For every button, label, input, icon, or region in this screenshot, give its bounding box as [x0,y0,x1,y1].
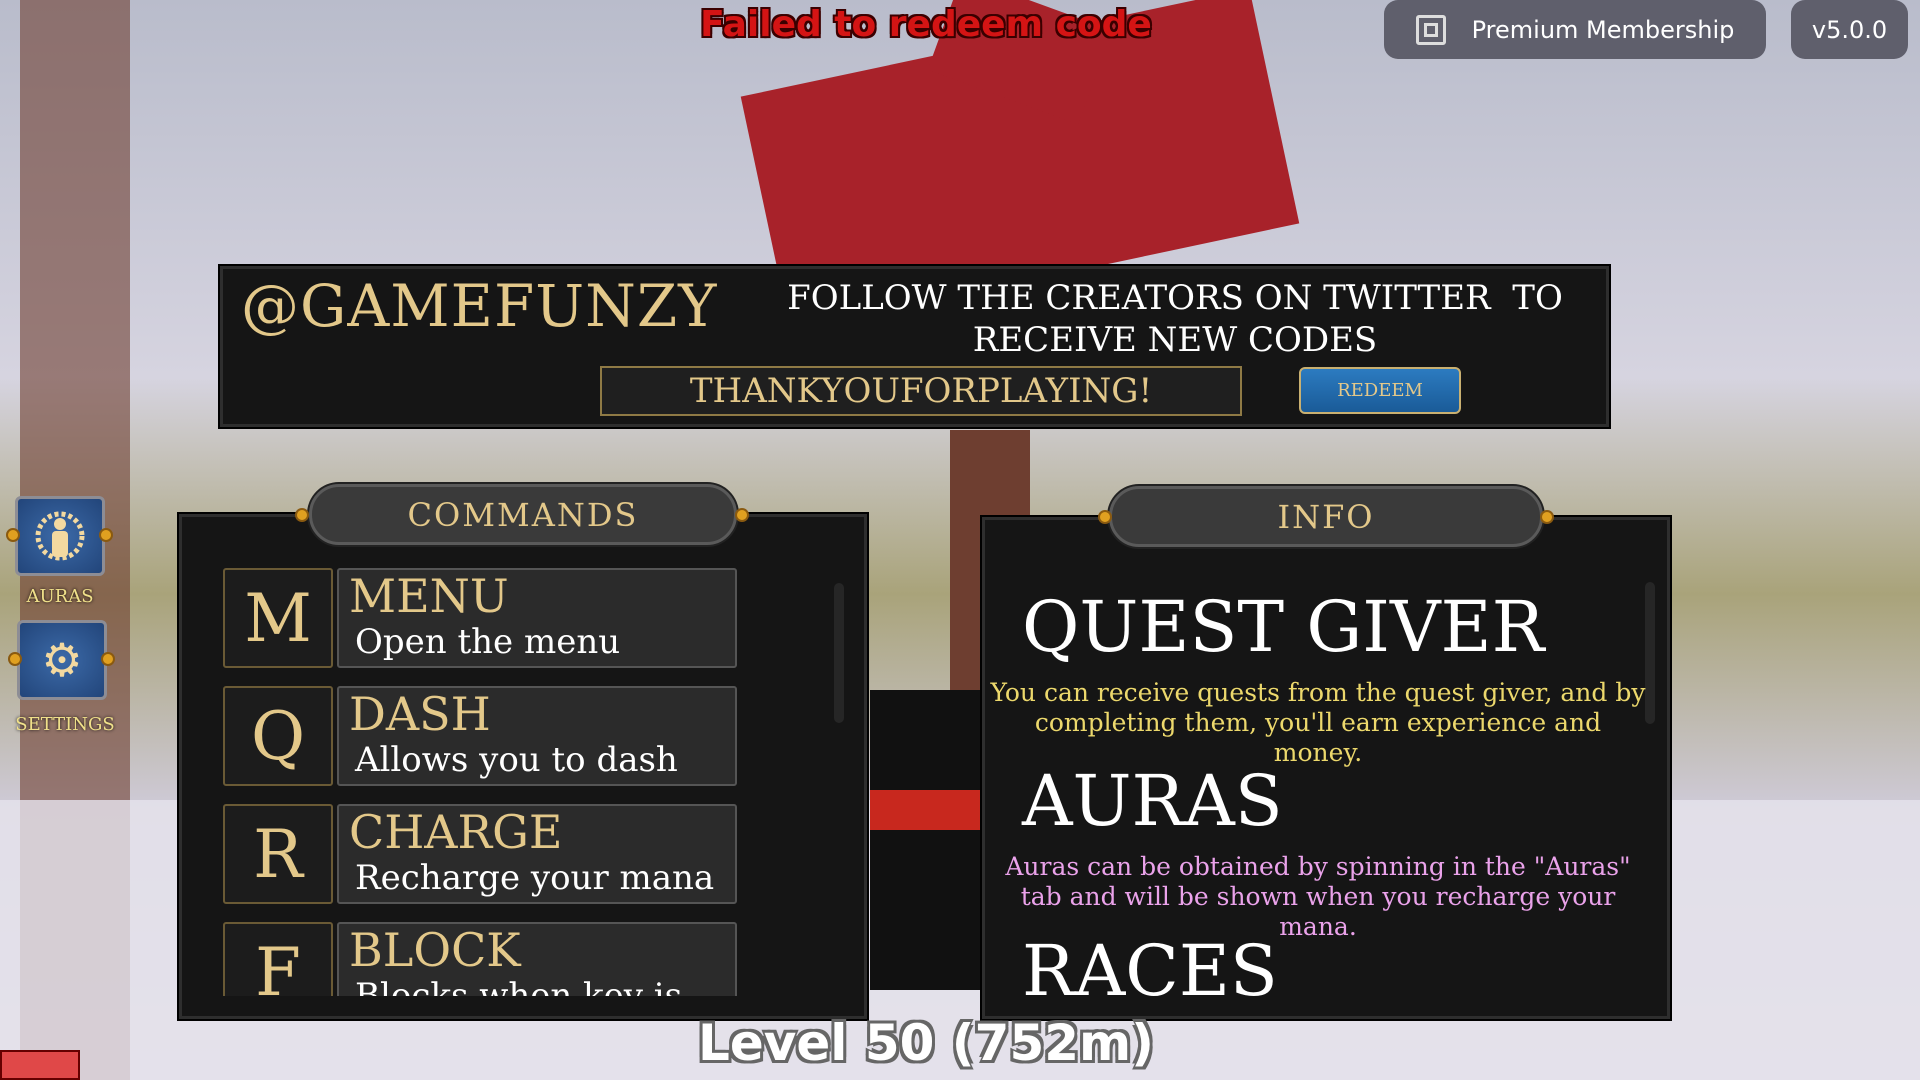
premium-membership-label: Premium Membership [1471,15,1735,44]
commands-title: COMMANDS [407,495,639,534]
settings-button[interactable]: ⚙ [17,620,107,700]
aura-figure-icon [35,511,85,561]
command-description-box: BLOCKBlocks when key is held [337,922,737,996]
info-heading-races: RACES [1022,930,1278,998]
command-row-menu: M MENU Open the menu [223,568,737,668]
version-badge: v5.0.0 [1791,0,1908,59]
settings-label: SETTINGS [15,714,115,735]
info-scrollbar[interactable] [1645,582,1655,724]
ornament-dot [99,528,113,542]
follow-message: FOLLOW THE CREATORS ON TWITTER TO RECEIV… [780,277,1570,361]
info-text-auras: Auras can be obtained by spinning in the… [1005,852,1631,941]
command-description: Blocks when key is held [355,976,683,996]
command-key: M [223,568,333,668]
info-races-clip: RACES [1022,930,1622,998]
scene-red-figure-stripe [870,790,980,830]
premium-logo-icon [1415,14,1446,45]
redeem-label: REDEEM [1337,380,1423,401]
command-description-box: DASH Allows you to dash [337,686,737,786]
command-key: Q [223,686,333,786]
level-indicator: Level 50 (752m) [698,1014,1154,1072]
command-row-charge: R CHARGE Recharge your mana [223,804,737,904]
command-description: Allows you to dash [355,740,678,780]
ornament-dot [1098,510,1112,524]
ornament-dot [6,528,20,542]
scene-black-figure [870,690,980,990]
command-description-box: MENU Open the menu [337,568,737,668]
command-name: MENU [349,569,509,623]
gear-icon: ⚙ [41,633,83,687]
command-row-dash: Q DASH Allows you to dash [223,686,737,786]
command-description: Recharge your mana [355,858,715,898]
auras-label: AURAS [26,586,94,607]
commands-panel: M MENU Open the menu Q DASH Allows you to das… [179,514,867,1019]
info-text-quest-giver: You can receive quests from the quest gi… [990,678,1646,767]
info-heading-auras: AURAS [1022,760,1283,842]
ornament-dot [1540,510,1554,524]
ornament-dot [101,652,115,666]
command-name: BLOCK [349,923,521,977]
commands-scrollbar[interactable] [834,583,844,723]
commands-header: COMMANDS [309,484,737,545]
redeem-button[interactable]: REDEEM [1299,367,1461,414]
ornament-dot [8,652,22,666]
version-label: v5.0.0 [1811,15,1888,44]
command-row-block: FBLOCKBlocks when key is held [223,922,737,996]
commands-list[interactable]: M MENU Open the menu Q DASH Allows you to das… [223,568,743,996]
command-key: R [223,804,333,904]
follow-message-line2: RECEIVE NEW CODES [972,320,1378,360]
follow-message-line1: FOLLOW THE CREATORS ON TWITTER TO [787,278,1563,318]
ornament-dot [295,508,309,522]
info-header: INFO [1109,486,1543,547]
premium-membership-button[interactable]: Premium Membership [1384,0,1766,59]
info-title: INFO [1277,497,1375,536]
code-input[interactable]: THANKYOUFORPLAYING! [600,366,1242,416]
auras-button[interactable] [15,496,105,576]
command-description-box: CHARGE Recharge your mana [337,804,737,904]
ornament-dot [735,508,749,522]
command-key: F [223,922,333,996]
command-name: DASH [349,687,491,741]
command-description: Open the menu [355,622,621,662]
health-bar [0,1050,80,1080]
info-heading-quest-giver: QUEST GIVER [1022,586,1545,668]
command-name: CHARGE [349,805,563,859]
twitter-handle: @GAMEFUNZY [241,272,718,340]
